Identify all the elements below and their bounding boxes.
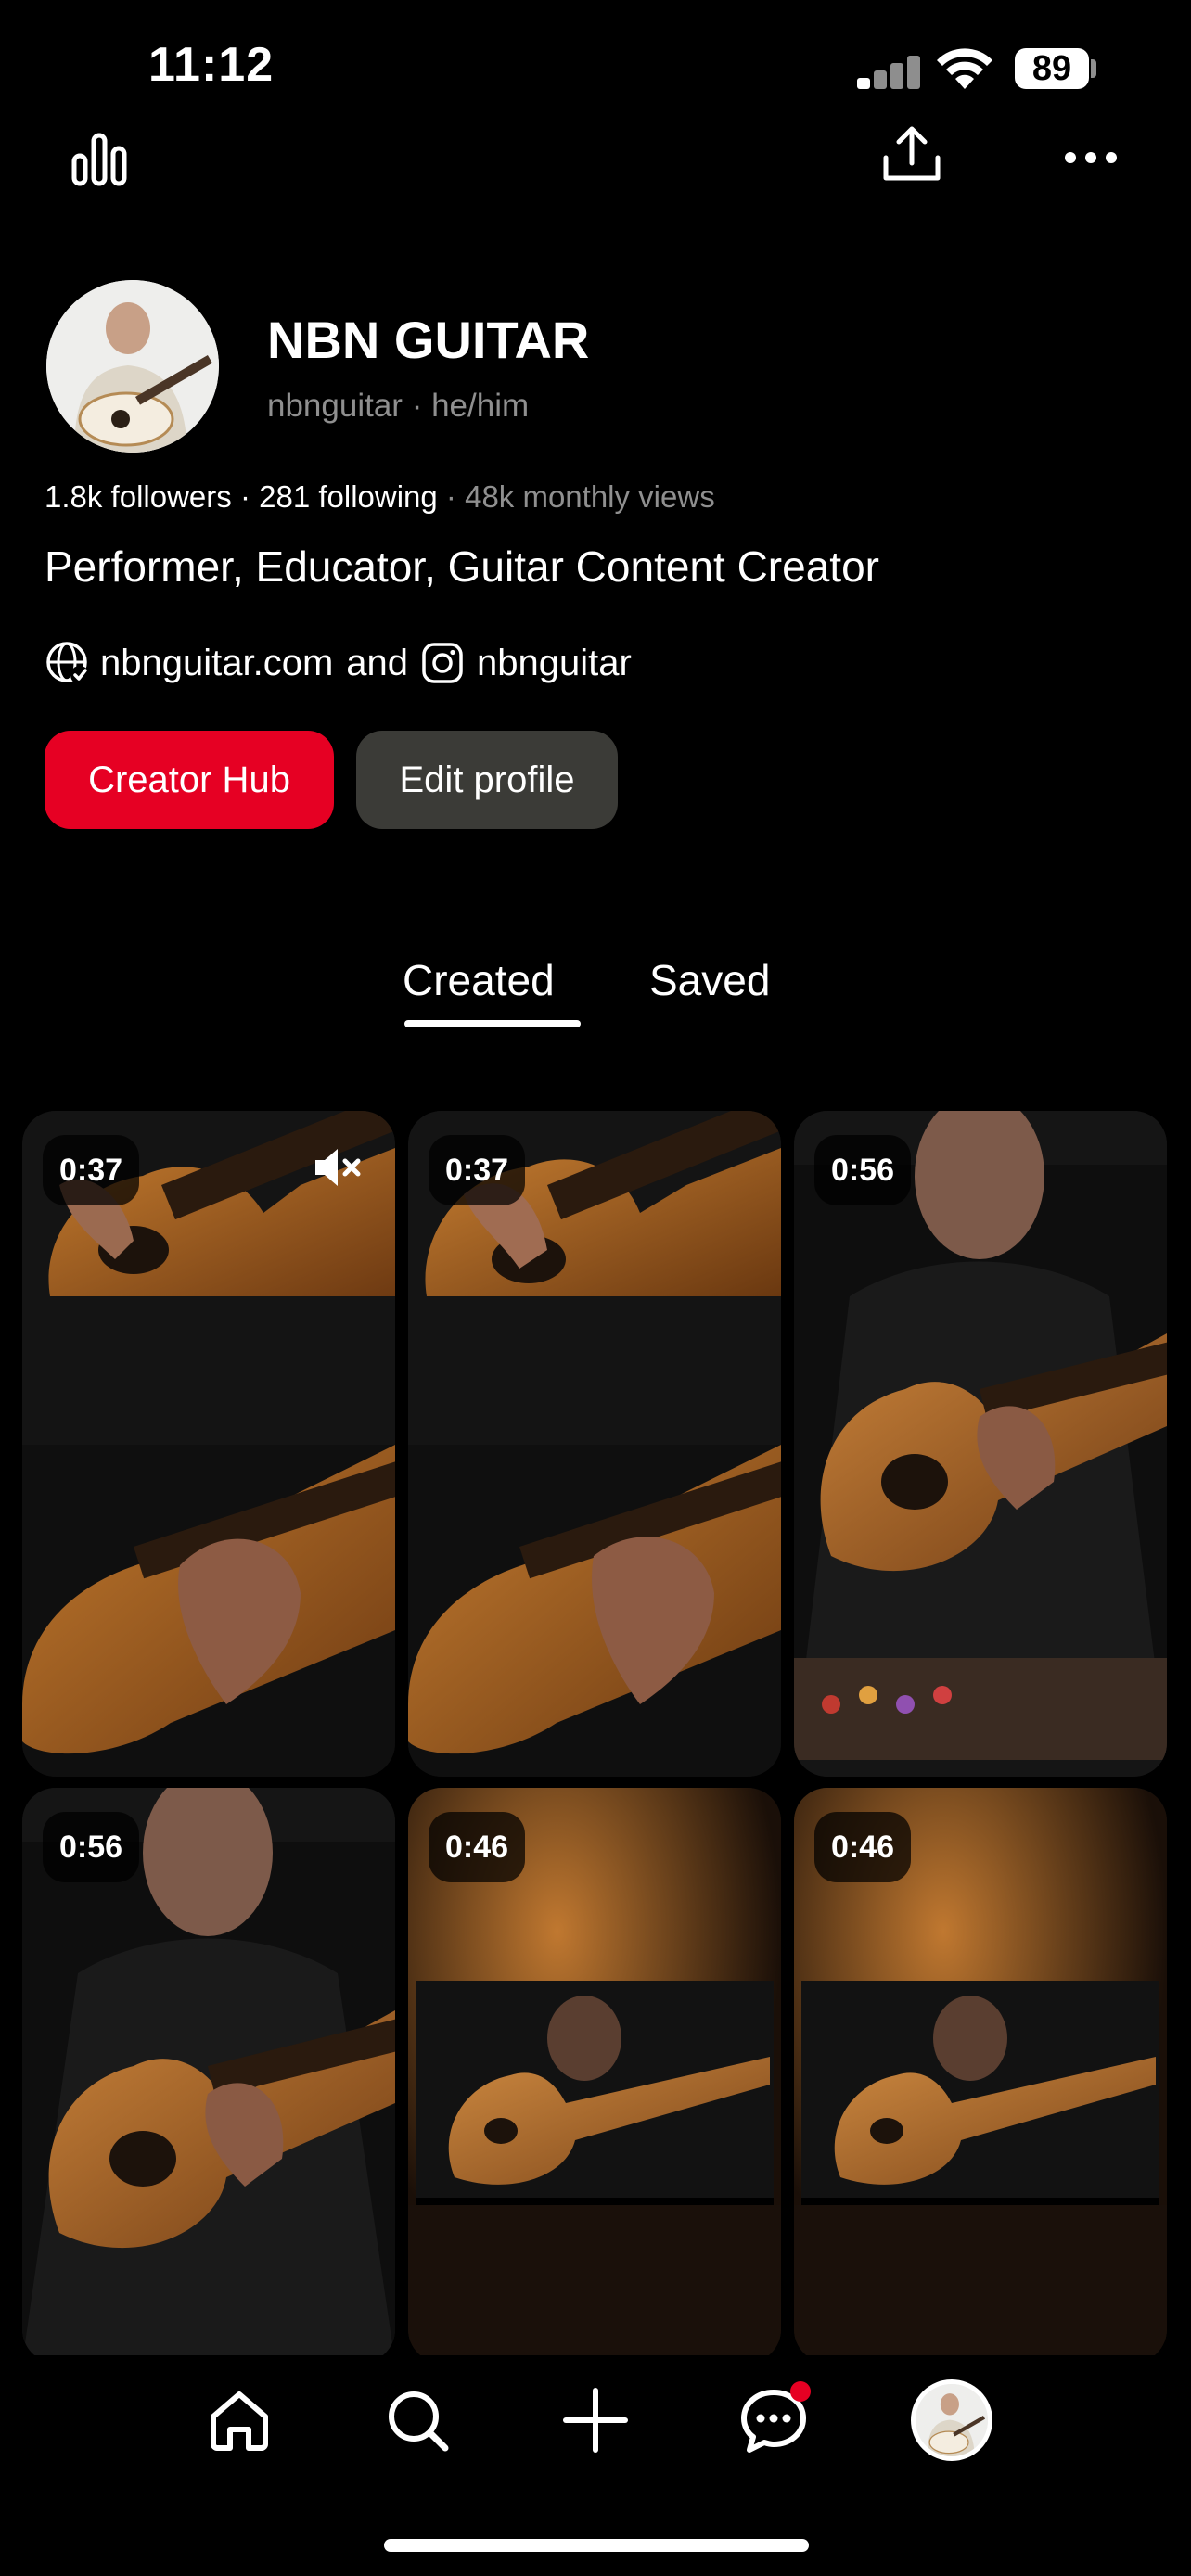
profile-stats: 1.8k followers · 281 following · 48k mon… xyxy=(45,479,715,515)
instagram-link[interactable]: nbnguitar xyxy=(477,643,632,684)
pin-tile[interactable]: 0:37 xyxy=(22,1111,395,1777)
profile-pronouns: he/him xyxy=(431,388,530,424)
pin-tile[interactable]: 0:37 xyxy=(408,1111,781,1777)
share-icon[interactable] xyxy=(881,124,942,185)
pin-tile[interactable]: 0:56 xyxy=(794,1111,1167,1777)
profile-handle: nbnguitar xyxy=(267,388,403,424)
profile-bio: Performer, Educator, Guitar Content Crea… xyxy=(45,542,879,591)
more-icon[interactable] xyxy=(1063,148,1119,167)
status-time: 11:12 xyxy=(148,38,275,92)
home-icon xyxy=(211,2391,268,2451)
separator-dot: · xyxy=(411,388,432,424)
nav-messages[interactable] xyxy=(727,2374,820,2467)
nav-home[interactable] xyxy=(193,2374,286,2467)
creator-hub-button[interactable]: Creator Hub xyxy=(45,731,334,829)
duration-badge: 0:56 xyxy=(43,1812,140,1882)
separator-dot: · xyxy=(445,479,466,514)
edit-profile-button[interactable]: Edit profile xyxy=(356,731,618,829)
profile-links: nbnguitar.com and nbnguitar xyxy=(45,640,632,686)
bar-chart-icon[interactable] xyxy=(70,130,128,187)
pin-tile[interactable]: 0:46 xyxy=(794,1788,1167,2363)
monthly-views: 48k monthly views xyxy=(465,479,715,514)
profile-handle-line: nbnguitar · he/him xyxy=(267,388,529,425)
nav-search[interactable] xyxy=(371,2374,464,2467)
profile-name: NBN GUITAR xyxy=(267,311,590,369)
link-joiner: and xyxy=(346,642,409,683)
wifi-icon xyxy=(937,48,992,89)
duration-badge: 0:56 xyxy=(814,1135,912,1205)
instagram-icon xyxy=(422,643,463,683)
tab-saved[interactable]: Saved xyxy=(649,955,770,1005)
duration-badge: 0:37 xyxy=(43,1135,140,1205)
nav-profile[interactable] xyxy=(905,2374,998,2467)
duration-badge: 0:46 xyxy=(814,1812,912,1882)
plus-icon xyxy=(563,2388,628,2453)
cellular-signal-icon xyxy=(857,56,920,89)
battery-tip xyxy=(1091,59,1096,78)
search-icon xyxy=(389,2391,449,2452)
battery-indicator: 89 xyxy=(1015,48,1089,89)
followers-count[interactable]: 1.8k followers xyxy=(45,479,232,514)
website-link[interactable]: nbnguitar.com xyxy=(100,643,333,684)
mute-icon[interactable] xyxy=(312,1144,364,1191)
separator-dot: · xyxy=(239,479,260,514)
avatar xyxy=(911,2379,992,2461)
notification-dot xyxy=(790,2381,811,2402)
nav-create[interactable] xyxy=(549,2374,642,2467)
pin-tile[interactable]: 0:46 xyxy=(408,1788,781,2363)
tab-active-indicator xyxy=(404,1020,581,1027)
pin-tile[interactable]: 0:56 xyxy=(22,1788,395,2363)
tab-created[interactable]: Created xyxy=(403,955,555,1005)
duration-badge: 0:37 xyxy=(429,1135,526,1205)
home-indicator xyxy=(384,2539,809,2552)
verified-website-icon xyxy=(46,642,89,684)
following-count[interactable]: 281 following xyxy=(259,479,438,514)
avatar[interactable] xyxy=(46,280,219,453)
duration-badge: 0:46 xyxy=(429,1812,526,1882)
